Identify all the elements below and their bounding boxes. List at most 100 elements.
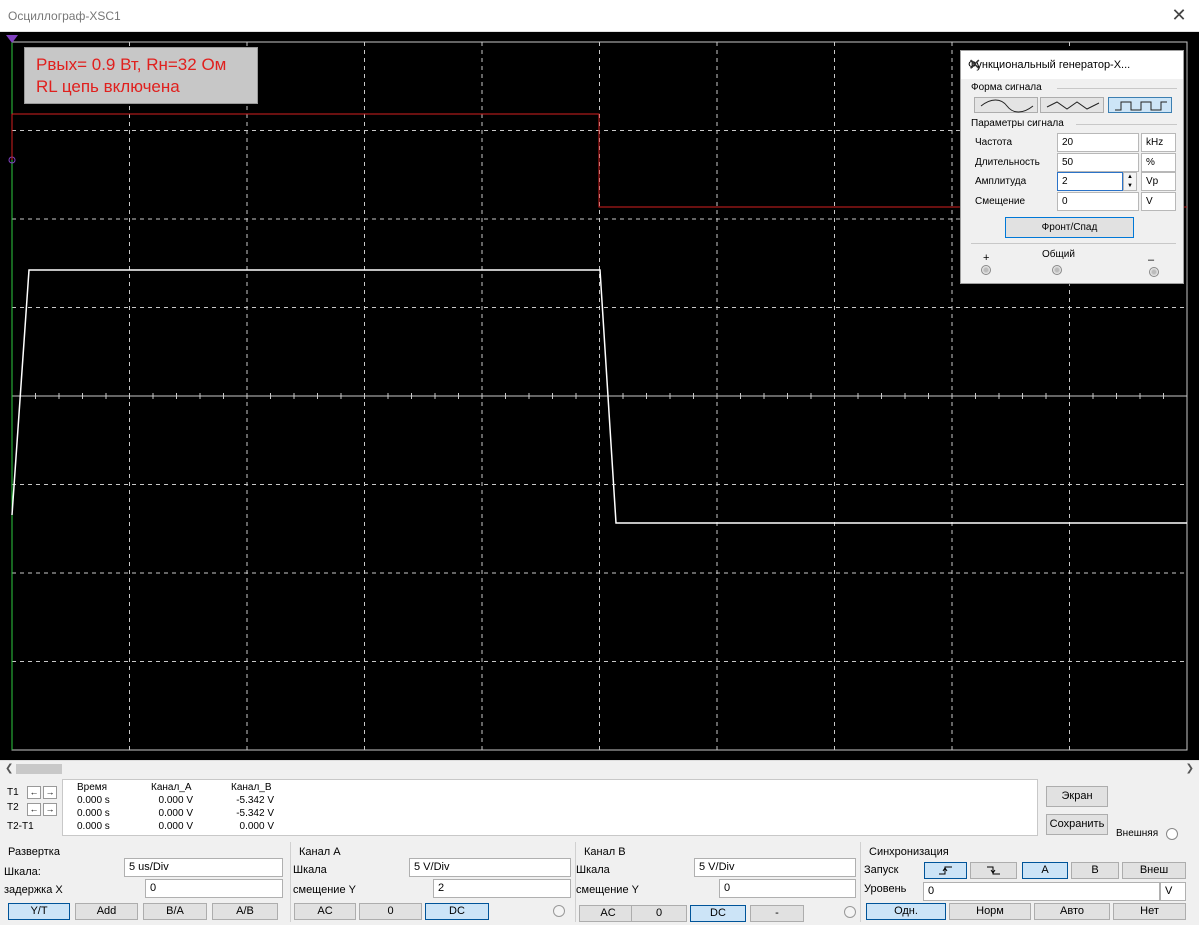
scroll-right-icon[interactable]: ❯ [1186,763,1194,774]
terminal-plus[interactable] [981,265,991,275]
trigger-level-unit[interactable]: V [1160,882,1186,901]
mode-ab-button[interactable]: A/B [212,903,278,920]
readout-t1-channel-b: -5.342 V [236,795,274,806]
trigger-mode-single-button[interactable]: Одн. [866,903,946,920]
channel-b-ac-button[interactable]: AC [579,905,637,922]
terminal-minus-label: – [1148,254,1155,266]
readout-delta-time: 0.000 s [77,821,110,832]
triangle-wave-icon [1046,101,1100,110]
channel-b-scale-label: Шкала [576,864,610,876]
channel-b-title: Канал B [584,846,626,858]
trigger-source-ext-button[interactable]: Внеш [1122,862,1186,879]
readout-t1-time: 0.000 s [77,795,110,806]
timebase-delay-field[interactable]: 0 [145,879,283,898]
save-button[interactable]: Сохранить [1046,814,1108,835]
screen-button[interactable]: Экран [1046,786,1108,807]
channel-b-scale-field[interactable]: 5 V/Div [694,858,856,877]
waveform-square-button[interactable] [1108,97,1172,113]
readout-header-time: Время [77,782,108,793]
rising-edge-button[interactable] [924,862,967,879]
trigger-source-b-button[interactable]: B [1071,862,1119,879]
cursor-t2-left-arrow-icon[interactable]: ← [27,803,41,816]
cursor-t1-left-arrow-icon[interactable]: ← [27,786,41,799]
timebase-panel: Развертка Шкала: 5 us/Div задержка X 0 Y… [0,842,290,922]
param-row-duty: Длительность 50 % [971,153,1176,173]
waveform-group-label: Форма сигнала [971,82,1042,93]
timebase-scale-label: Шкала: [4,866,41,878]
channel-b-terminal[interactable] [844,906,856,918]
cursor-delta-label: T2-T1 [7,821,34,832]
cursor-t1-right-arrow-icon[interactable]: → [43,786,57,799]
rise-fall-button[interactable]: Фронт/Спад [1005,217,1134,238]
mode-add-button[interactable]: Add [75,903,138,920]
param-row-amplitude: Амплитуда 2 ▲ ▼ Vp [971,172,1176,192]
trigger-level-label: Уровень [864,883,907,895]
amplitude-field[interactable]: 2 [1057,172,1123,191]
timebase-scale-field[interactable]: 5 us/Div [124,858,283,877]
channel-a-zero-button[interactable]: 0 [359,903,422,920]
function-generator-panel: Функциональный генератор-X... ✕ Форма си… [960,50,1184,284]
external-trigger-terminal[interactable] [1166,828,1178,840]
frequency-field[interactable]: 20 [1057,133,1139,152]
close-icon[interactable]: ✕ [1169,4,1189,26]
channel-a-title: Канал A [299,846,341,858]
readout-delta-channel-b: 0.000 V [239,821,274,832]
readout-header-channel-a: Канал_A [151,782,192,793]
amplitude-unit[interactable]: Vp [1141,172,1176,191]
timebase-title: Развертка [8,846,60,858]
channel-a-ac-button[interactable]: AC [294,903,356,920]
trigger-title: Синхронизация [869,846,949,858]
waveform-triangle-button[interactable] [1040,97,1104,113]
channel-b-dash-button[interactable]: - [750,905,804,922]
trigger-source-a-button[interactable]: A [1022,862,1068,879]
offset-field[interactable]: 0 [1057,192,1139,211]
readout-header-channel-b: Канал_B [231,782,272,793]
frequency-unit[interactable]: kHz [1141,133,1176,152]
waveform-sine-button[interactable] [974,97,1038,113]
channel-b-dc-button[interactable]: DC [690,905,746,922]
cursor-t2-label: T2 [7,802,19,813]
channel-a-dc-button[interactable]: DC [425,903,489,920]
duty-cycle-field[interactable]: 50 [1057,153,1139,172]
mode-yt-button[interactable]: Y/T [8,903,70,920]
channel-a-terminal[interactable] [553,905,565,917]
square-wave-icon [1115,101,1167,111]
channel-a-offset-field[interactable]: 2 [433,879,571,898]
annotation-line-2: RL цепь включена [36,77,180,96]
trigger-mode-auto-button[interactable]: Авто [1034,903,1110,920]
channel-b-offset-label: смещение Y [576,884,639,896]
function-generator-close-icon[interactable]: ✕ [968,55,1175,75]
annotation-box: Рвых= 0.9 Вт, Rн=32 Ом RL цепь включена [24,47,258,104]
falling-edge-icon [987,866,1000,875]
measurement-readout: Время Канал_A Канал_B 0.000 s 0.000 V -5… [62,779,1038,836]
trigger-mode-normal-button[interactable]: Норм [949,903,1031,920]
scroll-left-icon[interactable]: ❮ [5,763,13,774]
cursor-panel: T1 ← → T2 ← → T2-T1 [4,780,61,836]
timebase-delay-label: задержка X [4,884,63,896]
amplitude-spinner[interactable]: ▲ ▼ [1123,172,1137,191]
channel-a-scale-label: Шкала [293,864,327,876]
annotation-line-1: Рвых= 0.9 Вт, Rн=32 Ом [36,55,227,74]
terminal-common[interactable] [1052,265,1062,275]
channel-b-offset-field[interactable]: 0 [719,879,856,898]
channel-a-panel: Канал A Шкала 5 V/Div смещение Y 2 AC 0 … [291,842,574,922]
readout-t2-channel-a: 0.000 V [158,808,193,819]
channel-b-zero-button[interactable]: 0 [631,905,687,922]
trigger-mode-none-button[interactable]: Нет [1113,903,1186,920]
channel-a-offset-label: смещение Y [293,884,356,896]
rising-edge-icon [939,866,952,875]
params-group-label: Параметры сигнала [971,118,1064,129]
scroll-thumb[interactable] [16,764,62,774]
duty-cycle-unit[interactable]: % [1141,153,1176,172]
readout-t2-time: 0.000 s [77,808,110,819]
offset-unit[interactable]: V [1141,192,1176,211]
cursor-t2-right-arrow-icon[interactable]: → [43,803,57,816]
readout-delta-channel-a: 0.000 V [158,821,193,832]
param-label: Частота [975,137,1013,148]
trigger-level-field[interactable]: 0 [923,882,1160,901]
horizontal-scrollbar[interactable]: ❮ ❯ [0,760,1199,777]
terminal-minus[interactable] [1149,267,1159,277]
mode-ba-button[interactable]: B/A [143,903,207,920]
falling-edge-button[interactable] [970,862,1017,879]
channel-a-scale-field[interactable]: 5 V/Div [409,858,571,877]
